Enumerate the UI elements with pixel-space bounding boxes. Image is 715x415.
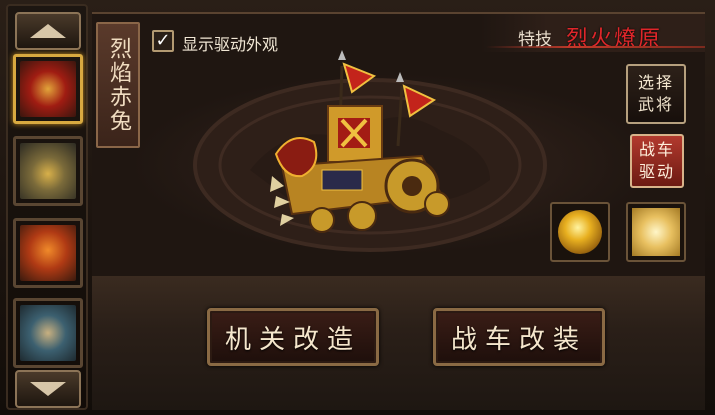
- chariot-drive-label: 战车驱动: [638, 140, 675, 181]
- select-general-button[interactable]: 选择武将: [626, 64, 686, 124]
- chariot-thumbnail: [20, 61, 76, 117]
- chariot-thumbnail: [20, 225, 76, 281]
- chariot-slot-2[interactable]: [13, 136, 83, 206]
- chariot-list-sidebar: [6, 4, 88, 410]
- action-panel: [92, 276, 705, 410]
- chariot-thumbnail: [20, 305, 76, 361]
- modify-mechanism-button[interactable]: 机关改造: [207, 308, 379, 366]
- show-appearance-label: 显示驱动外观: [182, 35, 279, 54]
- dragon-scroll-icon: [632, 208, 680, 256]
- dragon-medallion-icon: [558, 210, 602, 254]
- triangle-up-icon: [30, 24, 66, 38]
- skill-underline: [486, 46, 705, 48]
- triangle-down-icon: [30, 382, 66, 396]
- modify-mechanism-label: 机关改造: [224, 324, 361, 355]
- scroll-down-button[interactable]: [15, 370, 81, 408]
- skill-name: 烈火燎原: [566, 27, 663, 52]
- modify-chariot-label: 战车改装: [450, 324, 587, 355]
- scroll-up-button[interactable]: [15, 12, 81, 50]
- chariot-slot-1[interactable]: [13, 54, 83, 124]
- dragon-scroll-slot[interactable]: [626, 202, 686, 262]
- modify-chariot-button[interactable]: 战车改装: [433, 308, 605, 366]
- dragon-medallion-slot[interactable]: [550, 202, 610, 262]
- chariot-slot-4[interactable]: [13, 298, 83, 368]
- chariot-drive-button[interactable]: 战车驱动: [630, 134, 684, 188]
- chariot-name: 烈焰赤兔: [106, 37, 131, 133]
- checkmark-icon: ✓: [155, 30, 171, 51]
- chariot-name-plate: 烈焰赤兔: [96, 22, 140, 148]
- show-appearance-checkbox[interactable]: ✓: [152, 30, 174, 52]
- chariot-illustration: [270, 50, 450, 233]
- select-general-label: 选择武将: [637, 73, 674, 114]
- chariot-slot-3[interactable]: [13, 218, 83, 288]
- chariot-thumbnail: [20, 143, 76, 199]
